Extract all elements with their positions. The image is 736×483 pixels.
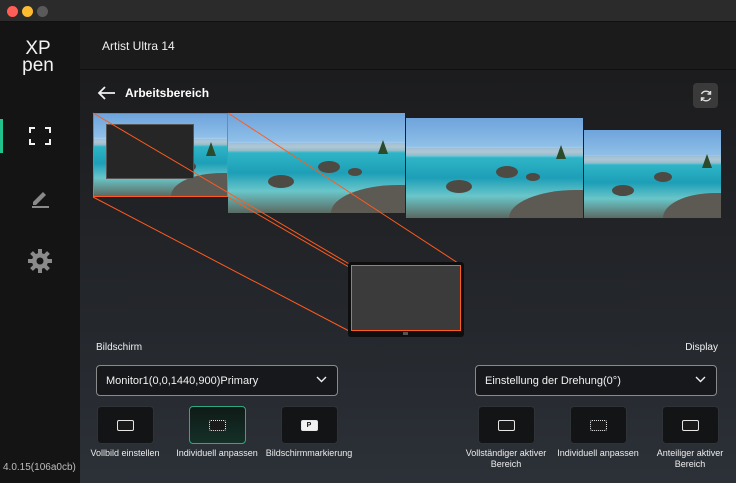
work-area-panel: Arbeitsbereich Bildschirm Monitor1(0,0,1… bbox=[80, 70, 736, 483]
full-active-area-icon bbox=[497, 419, 515, 431]
option-full-screen[interactable]: Vollbild einstellen bbox=[77, 406, 173, 459]
tablet-active-area[interactable] bbox=[351, 265, 461, 331]
close-window-button[interactable] bbox=[7, 6, 18, 17]
tablet-button bbox=[403, 332, 408, 335]
option-custom-screen[interactable]: Individuell anpassen bbox=[169, 406, 265, 459]
screen-mark-icon: P bbox=[300, 419, 318, 431]
screen-section-label: Bildschirm bbox=[96, 342, 143, 353]
sidebar-item-settings[interactable] bbox=[0, 244, 80, 278]
gear-icon bbox=[28, 249, 52, 273]
proportional-area-label: Anteiliger aktiver Bereich bbox=[656, 448, 724, 469]
tablet-preview bbox=[348, 262, 464, 337]
screen-mark-glyph: P bbox=[306, 421, 312, 429]
monitor-select-value: Monitor1(0,0,1440,900)Primary bbox=[106, 374, 259, 387]
maximize-window-button[interactable] bbox=[37, 6, 48, 17]
screen-mark-button[interactable]: P bbox=[280, 406, 338, 444]
screen-mark-label: Bildschirmmarkierung bbox=[265, 448, 353, 458]
monitor-select[interactable]: Monitor1(0,0,1440,900)Primary bbox=[96, 365, 338, 396]
proportional-area-button[interactable] bbox=[661, 406, 719, 444]
rotation-select-value: Einstellung der Drehung(0°) bbox=[485, 374, 621, 387]
rotation-select[interactable]: Einstellung der Drehung(0°) bbox=[475, 365, 717, 396]
custom-area-icon bbox=[208, 419, 226, 431]
full-screen-button[interactable] bbox=[96, 406, 154, 444]
custom-screen-label: Individuell anpassen bbox=[176, 448, 258, 458]
full-screen-label: Vollbild einstellen bbox=[90, 448, 160, 458]
sidebar: XP pen 4.0.15(106a0cb) bbox=[0, 22, 80, 483]
app-version: 4.0.15(106a0cb) bbox=[3, 462, 76, 473]
custom-screen-button[interactable] bbox=[188, 406, 246, 444]
option-screen-mark[interactable]: P Bildschirmmarkierung bbox=[261, 406, 357, 459]
pen-icon bbox=[32, 192, 49, 208]
sidebar-item-work-area[interactable] bbox=[0, 119, 80, 153]
chevron-down-icon bbox=[316, 376, 327, 383]
xp-pen-logo: XP pen bbox=[22, 38, 54, 76]
custom-display-button[interactable] bbox=[569, 406, 627, 444]
work-area-icon bbox=[29, 127, 51, 145]
custom-display-label: Individuell anpassen bbox=[557, 448, 639, 458]
device-name: Artist Ultra 14 bbox=[102, 39, 175, 53]
full-active-area-label: Vollständiger aktiver Bereich bbox=[465, 448, 547, 469]
full-active-area-button[interactable] bbox=[477, 406, 535, 444]
window-titlebar bbox=[0, 0, 736, 22]
option-proportional-area[interactable]: Anteiliger aktiver Bereich bbox=[642, 406, 736, 470]
full-screen-icon bbox=[116, 419, 134, 431]
custom-area-icon bbox=[589, 419, 607, 431]
chevron-down-icon bbox=[695, 376, 706, 383]
header-bar: Artist Ultra 14 bbox=[80, 22, 736, 70]
option-custom-display[interactable]: Individuell anpassen bbox=[550, 406, 646, 459]
option-full-active-area[interactable]: Vollständiger aktiver Bereich bbox=[458, 406, 554, 470]
proportional-area-icon bbox=[681, 419, 699, 431]
minimize-window-button[interactable] bbox=[22, 6, 33, 17]
display-section-label: Display bbox=[685, 342, 718, 353]
sidebar-item-pen[interactable] bbox=[0, 180, 80, 214]
